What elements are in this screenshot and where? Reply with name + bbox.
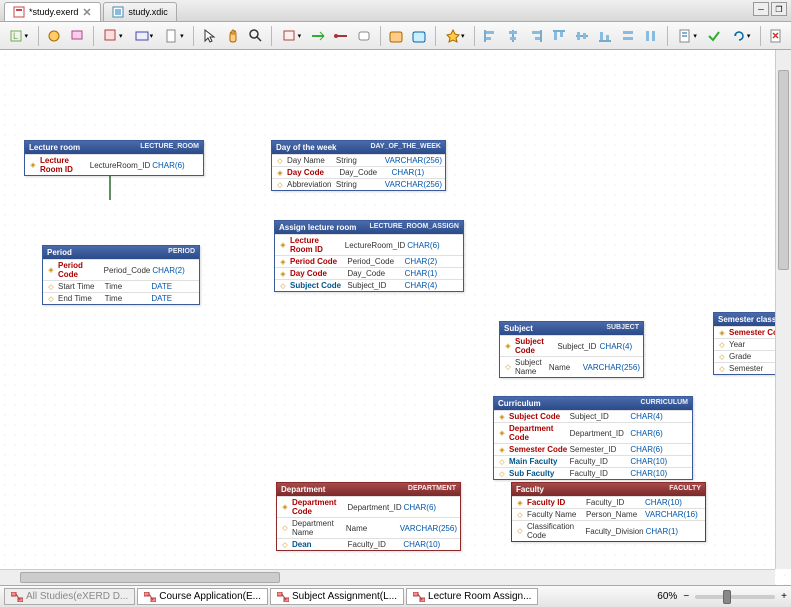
bottom-tab-course-application[interactable]: Course Application(E... [137,588,268,605]
restore-button[interactable]: ❐ [771,2,787,16]
minimize-button[interactable]: ─ [753,2,769,16]
entity-faculty[interactable]: FacultyFACULTY ◈Faculty IDFaculty_IDCHAR… [511,482,706,542]
view-mode-button[interactable]: L▾ [4,25,33,47]
entity-title: Faculty [516,485,544,494]
entity-lecture-room[interactable]: Lecture roomLECTURE_ROOM ◈Lecture Room I… [24,140,204,176]
scrollbar-horizontal[interactable] [0,569,775,585]
bottom-tab-label: Lecture Room Assign... [428,591,531,602]
entity-phys: LECTURE_ROOM_ASSIGN [370,223,459,232]
tab-label: study.xdic [128,7,167,17]
entity-title: Period [47,248,72,257]
entity-phys: LECTURE_ROOM [140,143,199,152]
tool-btn-4[interactable]: ▾ [129,25,158,47]
match-height[interactable] [641,25,662,47]
entity-phys: CURRICULUM [641,399,688,408]
zoom-in-icon[interactable]: + [781,591,787,602]
tool-btn-3[interactable]: ▾ [98,25,127,47]
tab-study-exerd[interactable]: *study.exerd [4,2,101,21]
tool-btn-1[interactable] [44,25,65,47]
align-left[interactable] [480,25,501,47]
erd-file-icon [13,6,25,18]
scrollbar-vertical[interactable] [775,50,791,569]
tab-study-xdic[interactable]: study.xdic [103,2,176,21]
bottom-tab-subject-assignment[interactable]: Subject Assignment(L... [270,588,404,605]
erd-icon [277,592,289,602]
entity-subject[interactable]: SubjectSUBJECT ◈Subject CodeSubject_IDCH… [499,321,644,378]
align-center-v[interactable] [572,25,593,47]
scroll-thumb[interactable] [20,572,280,583]
entity-phys: DEPARTMENT [408,485,456,494]
entity-curriculum[interactable]: CurriculumCURRICULUM ◈Subject CodeSubjec… [493,396,693,480]
entity-assign-lecture-room[interactable]: Assign lecture roomLECTURE_ROOM_ASSIGN ◈… [274,220,464,292]
relation-tool-2[interactable] [331,25,352,47]
diagram-canvas[interactable]: Lecture roomLECTURE_ROOM ◈Lecture Room I… [0,50,791,585]
entity-phys: PERIOD [168,248,195,257]
tool-doc[interactable]: ▾ [673,25,702,47]
editor-tab-bar: *study.exerd study.xdic ─ ❐ [0,0,791,22]
match-width[interactable] [618,25,639,47]
relationship-lines [0,50,300,200]
zoom-out-icon[interactable]: − [683,591,689,602]
hand-tool[interactable] [222,25,243,47]
entity-phys: FACULTY [669,485,701,494]
bottom-tab-bar: All Studies(eXERD D... Course Applicatio… [0,585,791,607]
dict-file-icon [112,6,124,18]
entity-period[interactable]: PeriodPERIOD ◈Period CodePeriod_CodeCHAR… [42,245,200,305]
scroll-thumb[interactable] [778,70,789,270]
bottom-tab-label: Subject Assignment(L... [292,591,397,602]
toolbar: L▾ ▾ ▾ ▾ ▾ ▾ ▾ ▾ [0,22,791,50]
align-top[interactable] [549,25,570,47]
zoom-tool[interactable] [245,25,266,47]
erd-icon [413,592,425,602]
entity-department[interactable]: DepartmentDEPARTMENT ◈Department CodeDep… [276,482,461,551]
tool-btn-magic[interactable]: ▾ [440,25,469,47]
bottom-tab-lecture-room-assign[interactable]: Lecture Room Assign... [406,588,538,605]
zoom-slider[interactable] [695,595,775,599]
close-icon[interactable] [82,7,92,17]
align-bottom[interactable] [595,25,616,47]
tool-delete[interactable] [766,25,787,47]
entity-title: Semester class [718,315,776,324]
align-center-h[interactable] [503,25,524,47]
pointer-tool[interactable] [199,25,220,47]
bottom-tab-label: All Studies(eXERD D... [26,591,128,602]
bottom-tab-all-studies[interactable]: All Studies(eXERD D... [4,588,135,605]
zoom-controls: 60% − + [657,591,787,602]
entity-phys: SUBJECT [606,324,639,333]
entity-title: Subject [504,324,533,333]
tool-validate[interactable] [703,25,724,47]
tool-btn-export[interactable] [409,25,430,47]
entity-day-of-week[interactable]: Day of the weekDAY_OF_THE_WEEK ◇Day Name… [271,140,446,191]
tool-refresh[interactable]: ▾ [726,25,755,47]
erd-icon [11,592,23,602]
svg-text:L: L [13,31,18,41]
relation-tool-1[interactable] [308,25,329,47]
entity-title: Lecture room [29,143,80,152]
entity-title: Day of the week [276,143,336,152]
zoom-thumb[interactable] [723,590,731,604]
align-right[interactable] [526,25,547,47]
entity-phys: DAY_OF_THE_WEEK [370,143,441,152]
erd-icon [144,592,156,602]
tool-btn-5[interactable]: ▾ [160,25,189,47]
entity-tool[interactable]: ▾ [277,25,306,47]
bottom-tab-label: Course Application(E... [159,591,261,602]
zoom-value: 60% [657,591,677,602]
entity-title: Assign lecture room [279,223,356,232]
tool-btn-2[interactable] [67,25,88,47]
tool-btn-import[interactable] [386,25,407,47]
note-tool[interactable] [354,25,375,47]
entity-title: Department [281,485,325,494]
diagram-canvas-wrap: Lecture roomLECTURE_ROOM ◈Lecture Room I… [0,50,791,585]
tab-label: *study.exerd [29,7,78,17]
entity-title: Curriculum [498,399,541,408]
window-controls: ─ ❐ [753,2,787,16]
